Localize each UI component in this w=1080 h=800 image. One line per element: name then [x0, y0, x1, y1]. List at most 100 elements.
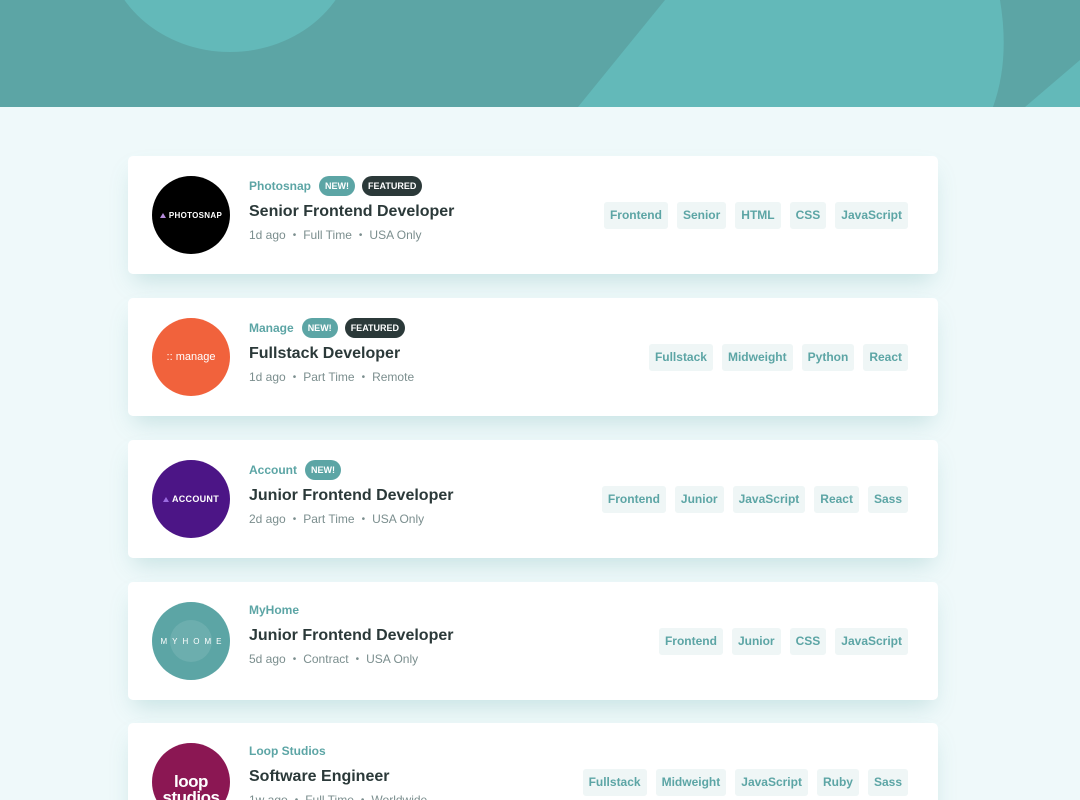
filter-tag[interactable]: Frontend: [601, 485, 666, 513]
job-tags: Fullstack Midweight Python React: [648, 298, 908, 416]
triangle-icon: [159, 212, 166, 218]
logo-myhome: MYHOME: [160, 636, 227, 646]
posted-at: 1d ago: [249, 370, 286, 384]
logo-photosnap: PHOTOSNAP: [159, 211, 222, 220]
featured-badge: FEATURED: [344, 318, 406, 338]
job-card[interactable]: ACCOUNT Account NEW! Junior Frontend Dev…: [128, 440, 938, 558]
company-name: Photosnap: [249, 179, 311, 193]
job-position[interactable]: Software Engineer: [249, 768, 427, 788]
job-info: Loop Studios Software Engineer 1w ago • …: [249, 741, 427, 800]
filter-tag[interactable]: Junior: [731, 627, 781, 655]
filter-tag[interactable]: React: [863, 343, 908, 371]
filter-tag[interactable]: Python: [801, 343, 855, 371]
separator-dot: •: [360, 794, 365, 800]
job-meta: 1w ago • Full Time • Worldwide: [249, 793, 427, 800]
job-position[interactable]: Junior Frontend Developer: [249, 627, 453, 647]
job-meta: 5d ago • Contract • USA Only: [249, 652, 453, 666]
filter-tag[interactable]: Midweight: [721, 343, 793, 371]
job-tags: Frontend Junior JavaScript React Sass: [601, 440, 908, 558]
job-meta: 1d ago • Full Time • USA Only: [249, 228, 454, 242]
filter-tag[interactable]: Fullstack: [582, 768, 647, 796]
company-logo: MYHOME: [152, 602, 230, 680]
separator-dot: •: [292, 229, 297, 241]
posted-at: 5d ago: [249, 652, 286, 666]
job-card[interactable]: PHOTOSNAP Photosnap NEW! FEATURED Senior…: [128, 156, 938, 274]
header-circle-shape: [124, 0, 336, 52]
filter-tag[interactable]: JavaScript: [735, 768, 808, 796]
company-name: Manage: [249, 321, 294, 335]
job-location: Worldwide: [371, 793, 428, 800]
separator-dot: •: [355, 653, 360, 665]
separator-dot: •: [292, 513, 297, 525]
logo-manage: :: manage: [166, 351, 216, 363]
job-location: USA Only: [372, 512, 425, 526]
new-badge: NEW!: [319, 176, 355, 196]
new-badge: NEW!: [305, 460, 341, 480]
company-logo: PHOTOSNAP: [152, 176, 230, 254]
separator-dot: •: [292, 371, 297, 383]
contract-type: Full Time: [303, 228, 352, 242]
contract-type: Part Time: [303, 370, 355, 384]
job-meta: 2d ago • Part Time • USA Only: [249, 512, 453, 526]
filter-tag[interactable]: JavaScript: [732, 485, 806, 513]
filter-tag[interactable]: JavaScript: [835, 201, 908, 229]
filter-tag[interactable]: Junior: [674, 485, 724, 513]
company-logo: :: manage: [152, 318, 230, 396]
filter-tag[interactable]: CSS: [789, 627, 827, 655]
job-card[interactable]: :: manage Manage NEW! FEATURED Fullstack…: [128, 298, 938, 416]
contract-type: Contract: [303, 652, 349, 666]
posted-at: 2d ago: [249, 512, 286, 526]
company-name: Loop Studios: [249, 744, 326, 758]
featured-badge: FEATURED: [362, 176, 423, 196]
job-card[interactable]: loop studios Loop Studios Software Engin…: [128, 723, 938, 800]
job-position[interactable]: Junior Frontend Developer: [249, 487, 453, 507]
separator-dot: •: [358, 229, 363, 241]
job-tags: Fullstack Midweight JavaScript Ruby Sass: [582, 723, 908, 800]
job-location: USA Only: [369, 228, 422, 242]
logo-loop-studios: loop studios: [162, 771, 220, 800]
header-banner: [0, 0, 1080, 107]
separator-dot: •: [361, 513, 366, 525]
header-slant-shape: [578, 0, 1004, 107]
separator-dot: •: [292, 653, 297, 665]
job-position[interactable]: Fullstack Developer: [249, 345, 414, 365]
job-info: MyHome Junior Frontend Developer 5d ago …: [249, 600, 453, 666]
logo-account: ACCOUNT: [162, 494, 219, 504]
separator-dot: •: [361, 371, 366, 383]
company-name: MyHome: [249, 603, 300, 617]
job-location: USA Only: [366, 652, 419, 666]
posted-at: 1w ago: [249, 793, 288, 800]
filter-tag[interactable]: Sass: [867, 485, 908, 513]
header-corner-shape: [1025, 60, 1080, 107]
filter-tag[interactable]: Midweight: [655, 768, 727, 796]
filter-tag[interactable]: Fullstack: [648, 343, 713, 371]
separator-dot: •: [294, 794, 299, 800]
header-background-pattern: [124, 0, 1080, 107]
job-info: Manage NEW! FEATURED Fullstack Developer…: [249, 318, 414, 384]
filter-tag[interactable]: Frontend: [603, 201, 668, 229]
posted-at: 1d ago: [249, 228, 286, 242]
company-logo: loop studios: [152, 743, 230, 800]
filter-tag[interactable]: CSS: [789, 201, 827, 229]
filter-tag[interactable]: Sass: [867, 768, 908, 796]
contract-type: Part Time: [303, 512, 355, 526]
filter-tag[interactable]: Senior: [676, 201, 727, 229]
job-meta: 1d ago • Part Time • Remote: [249, 370, 414, 384]
company-name: Account: [249, 463, 297, 477]
new-badge: NEW!: [301, 318, 338, 338]
job-location: Remote: [372, 370, 415, 384]
filter-tag[interactable]: Ruby: [816, 768, 859, 796]
job-position[interactable]: Senior Frontend Developer: [249, 203, 454, 223]
filter-tag[interactable]: React: [814, 485, 859, 513]
contract-type: Full Time: [305, 793, 354, 800]
filter-tag[interactable]: HTML: [735, 201, 781, 229]
job-card[interactable]: MYHOME MyHome Junior Frontend Developer …: [128, 582, 938, 700]
triangle-icon: [162, 496, 169, 502]
filter-tag[interactable]: Frontend: [658, 627, 723, 655]
job-tags: Frontend Senior HTML CSS JavaScript: [603, 156, 908, 274]
job-info: Account NEW! Junior Frontend Developer 2…: [249, 460, 453, 526]
job-tags: Frontend Junior CSS JavaScript: [658, 582, 908, 700]
job-info: Photosnap NEW! FEATURED Senior Frontend …: [249, 176, 454, 242]
company-logo: ACCOUNT: [152, 460, 230, 538]
filter-tag[interactable]: JavaScript: [835, 627, 908, 655]
